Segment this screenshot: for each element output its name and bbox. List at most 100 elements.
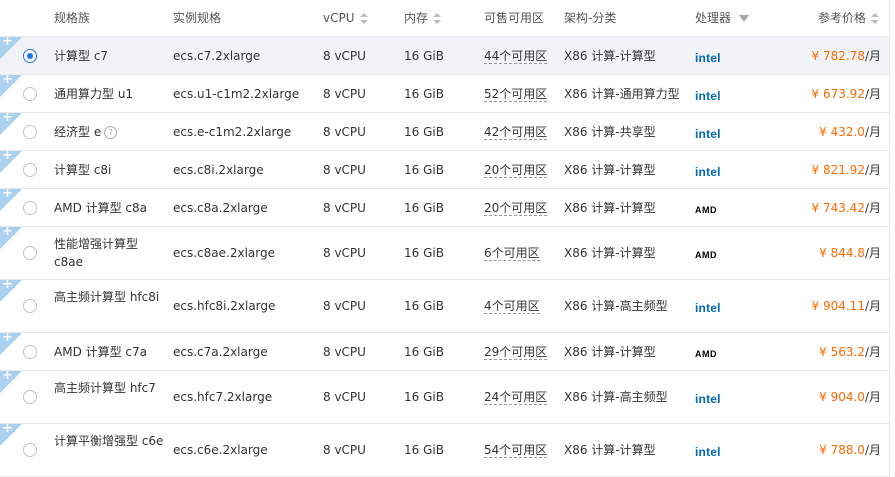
select-radio[interactable] [23,163,37,177]
price-unit: /月 [864,299,881,313]
table-row[interactable]: + AMD 计算型 c7a ecs.c7a.2xlarge 8 vCPU 16 GiB 2… [0,333,889,371]
table-row[interactable]: + 高主频计算型 hfc7 ecs.hfc7.2xlarge 8 vCPU 16 GiB… [0,371,889,424]
select-radio[interactable] [23,299,37,313]
price-unit: /月 [864,163,881,177]
select-radio[interactable] [23,201,37,215]
table-header: 规格族 实例规格 vCPU 内存 可售可用区 架构-分类 处理器 参考价格 [0,0,889,37]
zones-link[interactable]: 29个可用区 [484,345,548,360]
sort-icon[interactable] [871,12,880,25]
family-cell: 计算平衡增强型 c6e [54,432,164,450]
intel-logo: intel [695,165,721,179]
question-circle-icon[interactable]: ? [104,126,118,139]
table-row[interactable]: + 经济型 e? ecs.e-c1m2.2xlarge 8 vCPU 16 GiB 42个… [0,113,889,151]
arch-cell: X86 计算-计算型 [564,163,656,177]
price-unit: /月 [864,201,881,215]
table-row[interactable]: + 性能增强计算型 c8ae ecs.c8ae.2xlarge 8 vCPU 16 Gi… [0,227,889,280]
spec-cell: ecs.c8ae.2xlarge [173,246,275,260]
table-row[interactable]: + 高主频计算型 hfc8i ecs.hfc8i.2xlarge 8 vCPU 16 G… [0,280,889,333]
zones-cell[interactable]: 42个可用区 [484,124,548,140]
price-value: ¥ 782.78 [811,49,865,63]
intel-logo: intel [695,127,721,141]
price-cell: ¥ 821.92/月 [812,162,881,178]
header-memory[interactable]: 内存 [404,0,442,36]
zones-cell[interactable]: 20个可用区 [484,162,548,178]
price-cell: ¥ 844.8/月 [819,245,881,261]
price-value: ¥ 844.8 [819,246,865,260]
zones-link[interactable]: 4个可用区 [484,299,540,314]
memory-cell: 16 GiB [404,201,444,215]
plus-corner-icon: + [0,280,22,302]
price-cell: ¥ 904.0/月 [819,389,881,405]
price-unit: /月 [864,49,881,63]
header-family: 规格族 [54,11,91,25]
arch-cell: X86 计算-计算型 [564,201,656,215]
vcpu-cell: 8 vCPU [323,299,366,313]
table-row[interactable]: + AMD 计算型 c8a ecs.c8a.2xlarge 8 vCPU 16 GiB 2… [0,189,889,227]
table-row[interactable]: + 计算型 c8i ecs.c8i.2xlarge 8 vCPU 16 GiB 20个可用… [0,151,889,189]
price-unit: /月 [864,345,881,359]
spec-cell: ecs.c7a.2xlarge [173,345,268,359]
memory-cell: 16 GiB [404,390,444,404]
vcpu-cell: 8 vCPU [323,443,366,457]
family-cell: 性能增强计算型 c8ae [54,235,164,271]
select-radio[interactable] [23,125,37,139]
vcpu-cell: 8 vCPU [323,163,366,177]
intel-logo: intel [695,445,721,459]
arch-cell: X86 计算-计算型 [564,345,656,359]
family-label: 通用算力型 u1 [54,87,134,101]
arch-cell: X86 计算-计算型 [564,49,656,63]
arch-cell: X86 计算-高主频型 [564,299,668,313]
zones-cell[interactable]: 20个可用区 [484,200,548,216]
family-cell: AMD 计算型 c8a [54,200,147,216]
arch-cell: X86 计算-计算型 [564,246,656,260]
table-row[interactable]: + 计算型 c7 ecs.c7.2xlarge 8 vCPU 16 GiB 44个可用区 X… [0,37,889,75]
price-cell: ¥ 904.11/月 [812,298,881,314]
header-zones: 可售可用区 [484,11,545,25]
select-radio[interactable] [23,87,37,101]
zones-cell[interactable]: 29个可用区 [484,344,548,360]
sort-icon[interactable] [359,12,368,25]
spec-cell: ecs.u1-c1m2.2xlarge [173,87,300,101]
zones-link[interactable]: 54个可用区 [484,443,548,458]
zones-cell[interactable]: 44个可用区 [484,48,548,64]
zones-cell[interactable]: 4个可用区 [484,298,540,314]
sort-icon[interactable] [433,12,442,25]
price-unit: /月 [864,87,881,101]
select-radio[interactable] [23,345,37,359]
zones-link[interactable]: 44个可用区 [484,49,548,64]
plus-corner-icon: + [0,75,22,97]
select-radio[interactable] [23,49,37,63]
header-price[interactable]: 参考价格 [818,0,880,36]
filter-icon[interactable] [739,15,750,22]
arch-cell: X86 计算-共享型 [564,125,656,139]
zones-cell[interactable]: 6个可用区 [484,245,540,261]
select-radio[interactable] [23,390,37,404]
zones-link[interactable]: 24个可用区 [484,390,548,405]
header-processor[interactable]: 处理器 [695,0,750,36]
select-radio[interactable] [23,443,37,457]
header-arch: 架构-分类 [564,11,617,25]
zones-link[interactable]: 42个可用区 [484,125,548,140]
zones-cell[interactable]: 54个可用区 [484,442,548,458]
price-unit: /月 [864,125,881,139]
plus-corner-icon: + [0,151,22,173]
memory-cell: 16 GiB [404,87,444,101]
zones-cell[interactable]: 52个可用区 [484,86,548,102]
table-row[interactable]: + 计算平衡增强型 c6e ecs.c6e.2xlarge 8 vCPU 16 GiB 5… [0,424,889,477]
family-label: 性能增强计算型 c8ae [54,237,139,269]
zones-cell[interactable]: 24个可用区 [484,389,548,405]
family-label: 计算平衡增强型 c6e [54,434,164,448]
price-value: ¥ 788.0 [819,443,865,457]
header-vcpu[interactable]: vCPU [323,0,368,36]
family-label: 高主频计算型 hfc8i [54,290,160,304]
select-radio[interactable] [23,246,37,260]
header-spec: 实例规格 [173,11,222,25]
price-cell: ¥ 743.42/月 [812,200,881,216]
zones-link[interactable]: 52个可用区 [484,87,548,102]
zones-link[interactable]: 6个可用区 [484,246,540,261]
zones-link[interactable]: 20个可用区 [484,163,548,178]
table-body: + 计算型 c7 ecs.c7.2xlarge 8 vCPU 16 GiB 44个可用区 X… [0,37,889,477]
table-row[interactable]: + 通用算力型 u1 ecs.u1-c1m2.2xlarge 8 vCPU 16 GiB… [0,75,889,113]
zones-link[interactable]: 20个可用区 [484,201,548,216]
plus-corner-icon: + [0,37,22,59]
